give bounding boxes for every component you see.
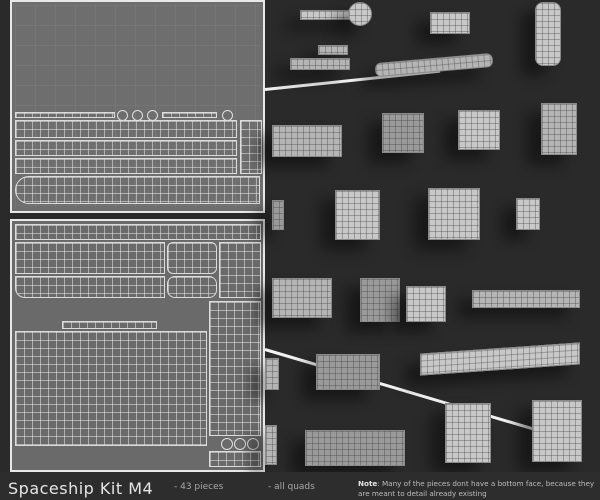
render-canvas [0,0,600,500]
uv-island-circle [132,110,143,121]
uv-layout-panel-bottom [10,219,265,472]
uv-island [15,120,237,138]
kit-piece [272,278,332,318]
uv-island [167,276,217,298]
kit-piece [318,45,348,55]
uv-island [209,301,261,436]
uv-island [219,242,261,298]
note-body: : Many of the pieces dont have a bottom … [358,479,595,498]
uv-island [15,158,237,174]
uv-island-circle [247,438,259,450]
kit-piece [445,403,491,463]
kit-piece [335,190,380,240]
kit-piece [472,290,580,308]
kit-piece [516,198,540,230]
uv-island [15,176,260,204]
kit-piece [348,2,372,26]
kit-piece [360,278,400,322]
uv-island-circle [117,110,128,121]
kit-piece [272,200,284,230]
uv-island [15,276,165,298]
piece-count: - 43 pieces [174,482,224,492]
uv-island [167,242,217,274]
uv-island [15,242,165,274]
kit-piece [300,10,355,20]
kit-piece [305,430,405,466]
kit-piece [290,58,350,70]
kit-piece [541,103,577,155]
kit-piece [382,113,424,153]
kit-piece [406,286,446,322]
uv-island [15,331,207,446]
kit-piece [420,342,580,376]
uv-island-circle [222,110,233,121]
uv-island [15,224,261,240]
note-label: Note [358,479,378,488]
uv-island-circle [147,110,158,121]
kit-piece [316,354,380,390]
uv-island [15,140,237,156]
uv-island [240,120,262,174]
kit-piece [532,400,582,462]
note-text: Note: Many of the pieces dont have a bot… [358,479,598,498]
kit-piece [430,12,470,34]
kit-piece [428,188,480,240]
kit-title: Spaceship Kit M4 [8,479,154,498]
topology-info: - all quads [268,482,315,492]
kit-piece [272,125,342,157]
uv-island-circle [234,438,246,450]
uv-layout-panel-top [10,0,265,213]
kit-piece [265,358,279,390]
uv-island [209,451,261,467]
kit-piece [265,425,277,465]
kit-piece [535,2,561,66]
uv-island [15,112,115,118]
uv-island [162,112,217,118]
kit-piece [374,52,494,78]
uv-island [62,321,157,329]
kit-piece [458,110,500,150]
uv-island-circle [221,438,233,450]
